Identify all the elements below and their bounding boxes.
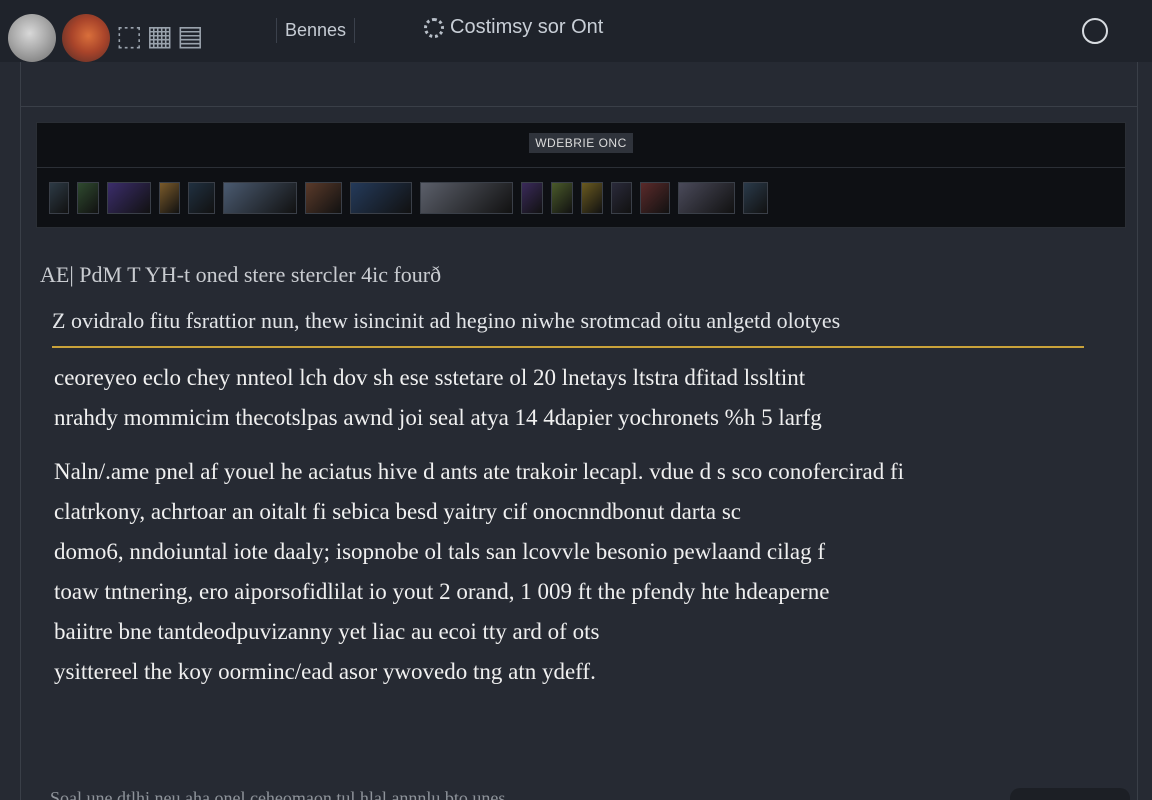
gear-icon xyxy=(424,17,444,38)
paragraph-line: domo6, nndoiuntal iote daaly; isopnobe o… xyxy=(54,539,825,564)
thumbnail[interactable] xyxy=(107,182,151,214)
article-heading: AE| PdM T YH-t oned stere stercler 4ic f… xyxy=(40,262,442,287)
banner-title-label: WDEBRIE ONC xyxy=(529,133,633,153)
thumbnail[interactable] xyxy=(305,182,343,214)
top-bar: ⬚ ▦ ▤ Bennes Costimsy sor Ont xyxy=(0,0,1152,62)
paragraph-line: ceoreyeo eclo chey nnteol lch dov sh ese… xyxy=(54,365,806,390)
thumbnail[interactable] xyxy=(743,182,768,214)
floating-button[interactable] xyxy=(1010,788,1130,800)
article-subheading: Z ovidralo fitu fsrattior nun, thew isin… xyxy=(52,308,1084,348)
avatar[interactable] xyxy=(8,14,56,62)
paragraph-line: toaw tntnering, ero aiporsofidlilat io y… xyxy=(54,579,830,604)
paragraph-line: clatrkony, achrtoar an oitalt fi sebica … xyxy=(54,499,741,524)
avatar[interactable] xyxy=(62,14,110,62)
thumbnail[interactable] xyxy=(350,182,413,214)
footer-text: Soal une dtlhi neu aha onel ceheomaon tu… xyxy=(50,788,506,800)
paragraph-line: ysittereel the koy oorminc/ead asor ywov… xyxy=(54,659,596,684)
thumbnail[interactable] xyxy=(640,182,670,214)
paragraph: ceoreyeo eclo chey nnteol lch dov sh ese… xyxy=(54,358,1094,438)
logo-glyph: ▦ xyxy=(146,18,173,52)
divider xyxy=(37,167,1125,168)
paragraph-line: Naln/.ame pnel af youel he aciatus hive … xyxy=(54,459,905,484)
thumbnail[interactable] xyxy=(76,182,100,214)
banner: WDEBRIE ONC xyxy=(36,122,1126,228)
settings-link[interactable]: Costimsy sor Ont xyxy=(424,16,603,39)
divider xyxy=(20,106,1138,107)
settings-label: Costimsy sor Ont xyxy=(450,16,604,38)
chat-icon[interactable] xyxy=(1082,18,1108,44)
thumbnail[interactable] xyxy=(521,182,543,214)
thumbnail[interactable] xyxy=(187,182,215,214)
thumbnail[interactable] xyxy=(611,182,633,214)
logo: ⬚ ▦ ▤ xyxy=(116,16,203,54)
paragraph-line: baiitre bne tantdeodpuvizanny yet liac a… xyxy=(54,619,600,644)
thumbnail[interactable] xyxy=(550,182,573,214)
logo-glyph: ▤ xyxy=(176,18,204,52)
thumbnail-strip xyxy=(49,179,1113,217)
paragraph: Naln/.ame pnel af youel he aciatus hive … xyxy=(54,452,1094,692)
thumbnail[interactable] xyxy=(580,182,604,214)
thumbnail[interactable] xyxy=(677,182,736,214)
paragraph-line: nrahdy mommicim thecotslpas awnd joi sea… xyxy=(54,405,822,430)
logo-glyph: ⬚ xyxy=(116,18,143,52)
thumbnail[interactable] xyxy=(420,182,514,214)
banner-title: WDEBRIE ONC xyxy=(37,133,1125,153)
thumbnail[interactable] xyxy=(222,182,298,214)
thumbnail[interactable] xyxy=(158,182,180,214)
nav-tab[interactable]: Bennes xyxy=(276,18,356,43)
thumbnail[interactable] xyxy=(49,182,69,214)
